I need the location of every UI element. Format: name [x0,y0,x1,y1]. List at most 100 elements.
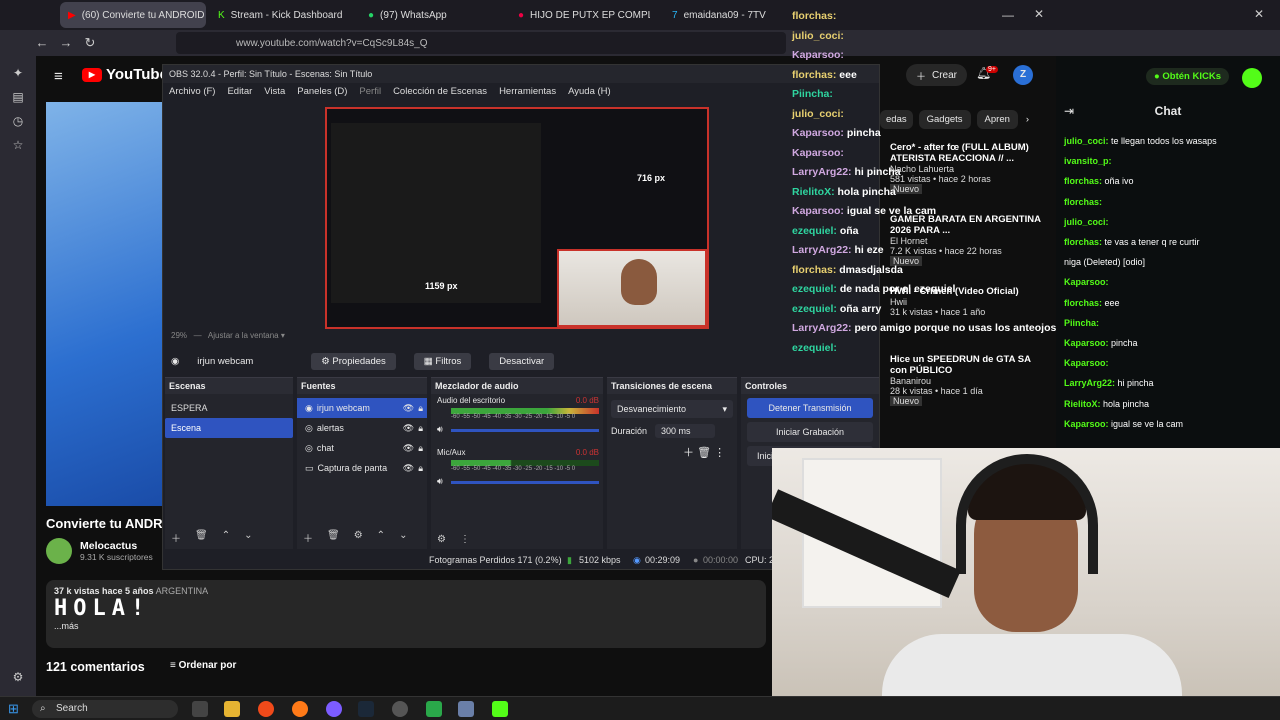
chat-username[interactable]: Kaparsoo: [1064,277,1109,287]
chat-username[interactable]: LarryArg22: [1064,378,1118,388]
menu-tools[interactable]: Herramientas [499,83,556,101]
chat-username[interactable]: florchas: [1064,237,1105,247]
source-item[interactable]: ◎ alertas 👁︎ 🔒︎ [297,418,427,438]
chat-username[interactable]: ivansito_p: [1064,156,1112,166]
source-item[interactable]: ▭ Captura de panta 👁︎ 🔒︎ [297,458,427,478]
obs-icon[interactable] [392,701,408,717]
more-icon[interactable]: ⋮ [460,534,470,545]
eye-icon[interactable]: 👁︎ [403,398,414,418]
tab-youtube[interactable]: ▶ (60) Convierte tu ANDROID en [60,2,206,28]
source-item[interactable]: ◎ chat 👁︎ 🔒︎ [297,438,427,458]
tab-kick[interactable]: K Stream - Kick Dashboard [210,2,360,28]
lock-icon[interactable]: 🔒︎ [418,438,423,458]
gear-icon[interactable]: ⚙ [354,530,363,545]
duration-input[interactable]: 300 ms [655,424,715,438]
more-icon[interactable]: ⋮ [714,447,725,459]
tab-whatsapp[interactable]: ● (97) WhatsApp [360,2,505,28]
down-icon[interactable]: ⌄ [244,530,252,545]
settings-app-icon[interactable] [458,701,474,717]
stop-streaming-button[interactable]: Detener Transmisión [747,398,873,418]
add-icon[interactable]: ＋ [683,447,694,459]
sort-button[interactable]: ≡ Ordenar por [170,660,236,671]
menu-profile[interactable]: Perfil [359,83,381,101]
kick-app-icon[interactable] [492,701,508,717]
tab-episode[interactable]: ● HIJO DE PUTX EP COMPLET [510,2,650,28]
speaker-icon[interactable]: 🔊︎ [437,424,443,435]
firefox-icon[interactable] [292,701,308,717]
chat-username[interactable]: Kaparsoo: [1064,358,1109,368]
source-item[interactable]: ◉ irjun webcam 👁︎ 🔒︎ [297,398,427,418]
settings-icon[interactable]: ⚙ [10,670,26,686]
chat-username[interactable]: florchas: [1064,298,1105,308]
add-icon[interactable]: ＋ [171,530,181,545]
taskbar-search[interactable]: ⌕ Search [32,700,178,718]
video-player[interactable] [46,102,166,506]
zoom-level[interactable]: 29% [171,331,187,340]
lock-icon[interactable]: 🔒︎ [418,418,423,438]
chat-username[interactable]: julio_coci: [1064,217,1109,227]
channel-name[interactable]: Melocactus [80,540,153,552]
menu-edit[interactable]: Editar [227,83,252,101]
trash-icon[interactable]: 🗑︎ [195,530,208,545]
preview-webcam-source[interactable] [557,249,707,327]
up-icon[interactable]: ⌃ [377,530,385,545]
chat-username[interactable]: florchas: [1064,176,1105,186]
up-icon[interactable]: ⌃ [222,530,230,545]
chat-username[interactable]: Piincha: [1064,318,1099,328]
windows-start-icon[interactable]: ⊞ [8,701,24,717]
obs-preview[interactable]: 1159 px 716 px [325,107,709,329]
scene-item-selected[interactable]: Escena [165,418,293,438]
reload-icon[interactable]: ↻ [82,35,98,51]
filters-button[interactable]: ▦ Filtros [413,352,472,370]
trash-icon[interactable]: 🗑︎ [697,447,711,459]
eye-icon[interactable]: 👁︎ [403,418,414,438]
gear-icon[interactable]: ⚙ [437,534,446,545]
speaker-icon[interactable]: 🔊︎ [437,476,443,487]
fit-label[interactable]: Ajustar a la ventana [208,331,279,340]
discord-icon[interactable] [326,701,342,717]
description-box[interactable]: 37 k vistas hace 5 años ARGENTINA HOLA! … [46,580,766,648]
transition-select[interactable]: Desvanecimiento ▾ [611,400,733,418]
menu-file[interactable]: Archivo (F) [169,83,215,101]
channel-avatar[interactable] [46,538,72,564]
pocket-icon[interactable]: ▤ [10,90,26,106]
task-view-icon[interactable] [192,701,208,717]
menu-icon[interactable]: ≡ [54,68,63,85]
menu-view[interactable]: Vista [264,83,285,101]
history-icon[interactable]: ◷ [10,114,26,130]
scene-item[interactable]: ESPERA [165,398,293,418]
menu-docks[interactable]: Paneles (D) [297,83,347,101]
volume-slider[interactable] [451,429,599,432]
chat-username[interactable]: julio_coci: [1064,136,1111,146]
excel-icon[interactable] [426,701,442,717]
lock-icon[interactable]: 🔒︎ [418,458,423,478]
menu-help[interactable]: Ayuda (H) [568,83,611,101]
get-kicks-button[interactable]: ● Obtén KICKs [1146,68,1229,85]
trash-icon[interactable]: 🗑︎ [327,530,340,545]
add-icon[interactable]: ＋ [303,530,313,545]
bookmark-icon[interactable]: ☆ [10,138,26,154]
brave-icon[interactable] [258,701,274,717]
file-explorer-icon[interactable] [224,701,240,717]
chat-username[interactable]: RielitoX: [1064,399,1103,409]
steam-icon[interactable] [358,701,374,717]
kick-avatar[interactable] [1242,68,1262,88]
close-icon[interactable]: ✕ [1254,7,1264,21]
chat-username[interactable]: Kaparsoo: [1064,338,1111,348]
down-icon[interactable]: ⌄ [399,530,407,545]
chat-username[interactable]: Kaparsoo: [1064,419,1111,429]
chat-username[interactable]: florchas: [1064,197,1102,207]
extension-icon[interactable]: ✦ [10,66,26,82]
volume-slider[interactable] [451,481,599,484]
properties-button[interactable]: ⚙ Propiedades [311,352,396,370]
url-field[interactable]: www.youtube.com/watch?v=CqSc9L84s_Q [176,32,786,54]
eye-icon[interactable]: 👁︎ [403,438,414,458]
start-recording-button[interactable]: Iniciar Grabación [747,422,873,442]
back-icon[interactable]: ← [34,35,50,51]
lock-icon[interactable]: 🔒︎ [418,398,423,418]
forward-icon[interactable]: → [58,35,74,51]
tab-7tv[interactable]: 7 emaidana09 - 7TV [664,2,774,28]
deactivate-button[interactable]: Desactivar [489,352,555,370]
menu-scene-collection[interactable]: Colección de Escenas [393,83,487,101]
more-link[interactable]: ...más [54,621,758,631]
